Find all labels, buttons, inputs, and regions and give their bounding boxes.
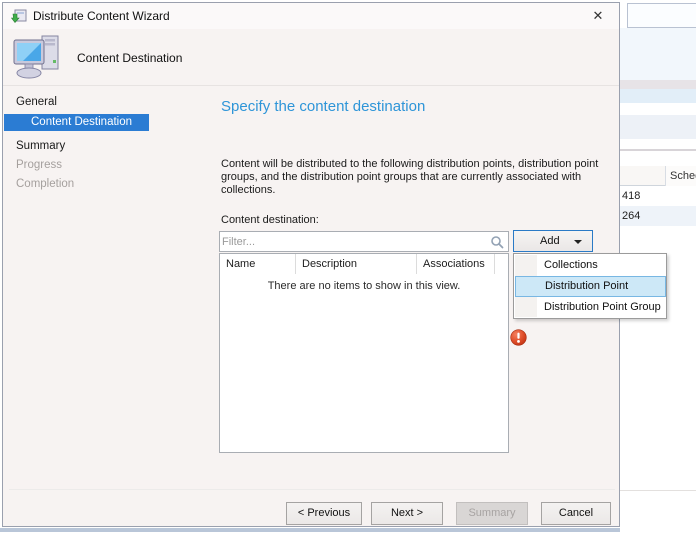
add-button-label: Add — [540, 235, 560, 247]
menu-item-collections[interactable]: Collections — [515, 255, 666, 276]
app-icon — [11, 9, 27, 23]
background-toolbar-box — [627, 3, 696, 28]
title-bar: Distribute Content Wizard ✕ — [3, 3, 619, 29]
wizard-header: Content Destination — [3, 29, 619, 86]
background-separator — [620, 149, 696, 151]
menu-item-distribution-point-group[interactable]: Distribution Point Group — [515, 297, 666, 318]
dialog-bottom-edge — [0, 528, 620, 532]
computer-icon — [13, 35, 59, 79]
previous-button[interactable]: < Previous — [286, 502, 362, 525]
cancel-button[interactable]: Cancel — [541, 502, 611, 525]
table-row: 418 — [620, 186, 696, 206]
nav-item-general[interactable]: General — [3, 93, 149, 112]
chevron-down-icon — [574, 240, 582, 244]
filter-input[interactable] — [222, 233, 484, 250]
nav-item-completion: Completion — [16, 178, 75, 190]
footer-separator — [9, 489, 615, 490]
add-dropdown-menu: Collections Distribution Point Distribut… — [513, 253, 667, 319]
window-title: Distribute Content Wizard — [33, 9, 170, 23]
distribute-content-wizard-dialog: Distribute Content Wizard ✕ Content Dest… — [2, 2, 667, 527]
nav-item-progress: Progress — [16, 159, 63, 171]
background-ribbon-band — [620, 28, 696, 80]
column-header-associations[interactable]: Associations — [417, 254, 495, 274]
table-row: 264 — [620, 206, 696, 226]
wizard-nav: General Content Destination Summary Prog… — [3, 93, 149, 194]
page-description: Content will be distributed to the follo… — [221, 158, 599, 196]
next-button[interactable]: Next > — [371, 502, 443, 525]
menu-item-distribution-point[interactable]: Distribution Point — [515, 276, 666, 297]
background-separator — [620, 490, 696, 491]
column-header-name[interactable]: Name — [220, 254, 296, 274]
list-header: Name Description Associations — [220, 254, 508, 274]
column-header-description[interactable]: Description — [296, 254, 417, 274]
add-button[interactable]: Add — [513, 230, 593, 252]
background-subtoolbar-band — [620, 89, 696, 103]
summary-button: Summary — [456, 502, 528, 525]
nav-item-summary[interactable]: Summary — [3, 137, 149, 156]
background-column-schedule: Sched — [665, 166, 696, 186]
background-breadcrumb-band — [620, 115, 696, 139]
content-destination-list[interactable]: Name Description Associations There are … — [219, 253, 509, 453]
page-heading: Specify the content destination — [221, 98, 426, 115]
wizard-page-title: Content Destination — [77, 51, 183, 65]
search-icon[interactable] — [490, 235, 504, 249]
background-table-header: Sched — [620, 166, 696, 186]
content-destination-label: Content destination: — [221, 214, 319, 226]
nav-item-content-destination[interactable]: Content Destination — [4, 114, 149, 131]
empty-list-message: There are no items to show in this view. — [267, 280, 461, 292]
close-icon[interactable]: ✕ — [589, 7, 607, 25]
error-icon — [510, 329, 527, 346]
filter-box — [219, 231, 509, 252]
background-divider-band — [620, 80, 696, 89]
